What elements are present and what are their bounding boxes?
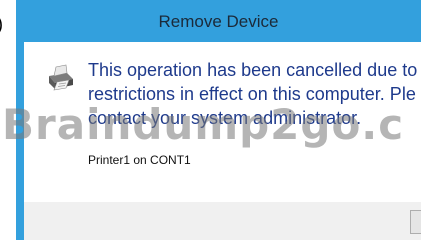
ok-button[interactable] [410,210,421,234]
left-edge: ) [0,0,16,240]
error-message: This operation has been cancelled due to… [88,58,421,130]
dialog-title: Remove Device [158,12,279,31]
message-line-1: This operation has been cancelled due to [88,60,418,80]
dialog-footer [24,202,421,240]
left-edge-glyph: ) [0,14,3,35]
printer-icon [49,64,73,91]
remove-device-dialog: Remove Device This operation has been ca… [16,0,421,240]
message-line-2: restrictions in effect on this computer.… [88,84,416,104]
dialog-content: This operation has been cancelled due to… [24,42,421,202]
device-label: Printer1 on CONT1 [88,153,191,167]
message-line-3: contact your system administrator. [88,108,362,128]
